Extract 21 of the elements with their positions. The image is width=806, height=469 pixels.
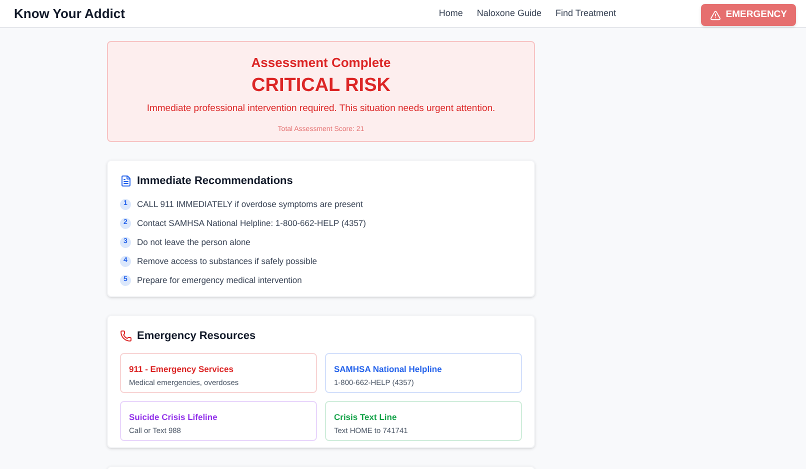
recommendation-text: Prepare for emergency medical intervention — [137, 274, 302, 286]
brand-title: Know Your Addict — [14, 4, 125, 23]
nav-link[interactable]: Naloxone Guide — [476, 6, 542, 20]
result-heading: Assessment Complete — [251, 54, 391, 72]
recommendation-text: Contact SAMHSA National Helpline: 1-800-662-HELP (4357) — [137, 216, 366, 230]
resource-name: Suicide Crisis Lifeline — [129, 410, 218, 424]
section-title: Immediate Recommendations — [137, 174, 293, 189]
nav-link[interactable]: Find Treatment — [555, 6, 616, 20]
phone-icon — [120, 330, 132, 342]
result-message: Immediate professional intervention required. This situation needs urgent attention. — [146, 102, 496, 116]
resource-name: 911 - Emergency Services — [129, 362, 234, 376]
warning-icon — [710, 10, 721, 20]
section-title: Emergency Resources — [137, 329, 256, 344]
nav-link[interactable]: Home — [438, 6, 463, 20]
resource-name: SAMHSA National Helpline — [334, 362, 443, 376]
recommendation-text: CALL 911 IMMEDIATELY if overdose symptoms are present — [137, 198, 363, 210]
risk-level: CRITICAL RISK — [252, 74, 390, 98]
resource-name: Crisis Text Line — [334, 410, 398, 424]
recommendation-text: Do not leave the person alone — [137, 236, 250, 248]
recommendation-text: Remove access to substances if safely possible — [137, 254, 318, 268]
document-icon — [120, 175, 132, 188]
